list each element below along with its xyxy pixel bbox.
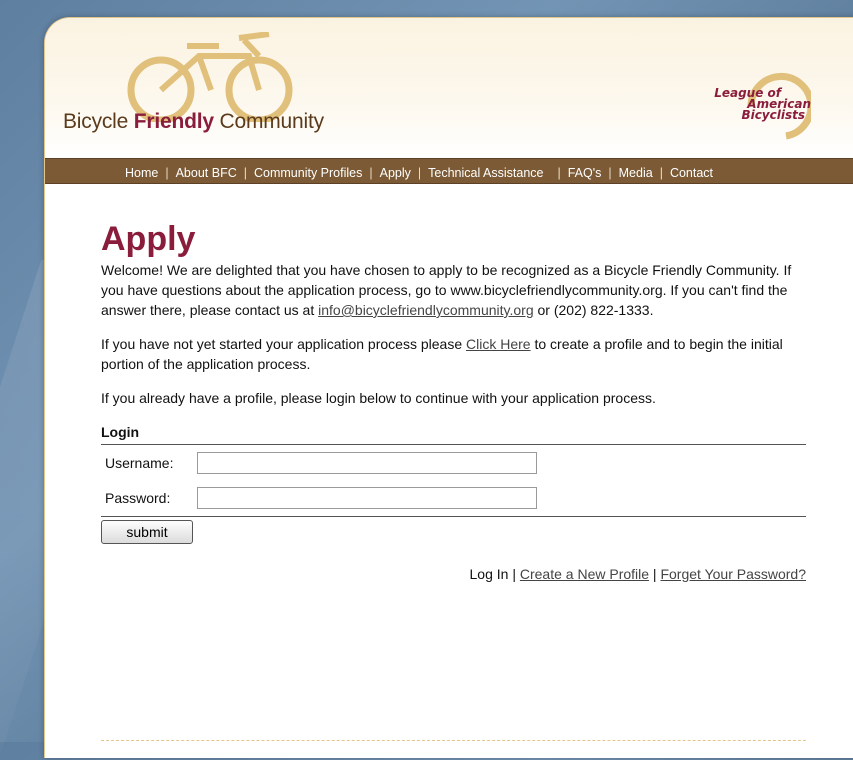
- log-in-text: Log In: [469, 566, 509, 582]
- email-link[interactable]: info@bicyclefriendlycommunity.org: [318, 302, 533, 318]
- nav-home[interactable]: Home: [125, 166, 158, 180]
- forgot-password-link[interactable]: Forget Your Password?: [660, 566, 806, 582]
- link-separator: |: [508, 566, 520, 582]
- nav-about[interactable]: About BFC: [176, 166, 237, 180]
- nav-contact[interactable]: Contact: [670, 166, 713, 180]
- create-profile-link[interactable]: Create a New Profile: [520, 566, 649, 582]
- nav-home-link[interactable]: Home: [125, 166, 158, 180]
- nav-separator: |: [243, 166, 247, 180]
- nav-contact-link[interactable]: Contact: [670, 166, 713, 180]
- nav-separator: |: [608, 166, 612, 180]
- phone-text: or (202) 822-1333.: [533, 302, 654, 318]
- bfc-logo[interactable]: Bicycle Friendly Community: [59, 32, 379, 147]
- nav-community-profiles[interactable]: Community Profiles: [254, 166, 362, 180]
- nav-separator: |: [557, 166, 561, 180]
- main-nav: Home | About BFC | Community Profiles | Apply |…: [45, 158, 853, 184]
- nav-separator: |: [165, 166, 169, 180]
- nav-technical-assistance-link[interactable]: Technical Assistance: [428, 166, 543, 180]
- username-input[interactable]: [197, 451, 537, 474]
- account-links: Log In | Create a New Profile | Forget Y…: [101, 564, 806, 584]
- password-row: Password:: [105, 480, 806, 515]
- start-paragraph: If you have not yet started your applica…: [101, 334, 806, 374]
- nav-apply[interactable]: Apply: [380, 166, 411, 180]
- login-heading: Login: [101, 422, 806, 445]
- league-logo-text: League of American Bicyclists: [714, 87, 811, 122]
- username-row: Username:: [105, 445, 806, 480]
- click-here-link[interactable]: Click Here: [466, 336, 531, 352]
- nav-faq[interactable]: FAQ's: [568, 166, 602, 180]
- page-title: Apply: [101, 220, 196, 258]
- nav-technical-assistance[interactable]: Technical Assistance: [428, 166, 543, 180]
- submit-button[interactable]: submit: [101, 520, 193, 544]
- logo-word-friendly: Friendly: [133, 110, 214, 133]
- link-separator: |: [649, 566, 661, 582]
- password-label: Password:: [105, 489, 171, 506]
- nav-about-link[interactable]: About BFC: [176, 166, 237, 180]
- nav-apply-link[interactable]: Apply: [380, 166, 411, 180]
- nav-separator: |: [659, 166, 663, 180]
- bicycle-logo-icon: [127, 32, 293, 122]
- nav-media[interactable]: Media: [619, 166, 653, 180]
- main-content: Apply Welcome! We are delighted that you…: [101, 218, 806, 584]
- site-header: Bicycle Friendly Community League of Ame…: [45, 18, 853, 158]
- username-label: Username:: [105, 454, 174, 471]
- intro-paragraph: Welcome! We are delighted that you have …: [101, 260, 806, 320]
- profile-paragraph: If you already have a profile, please lo…: [101, 390, 656, 406]
- nav-faq-link[interactable]: FAQ's: [568, 166, 602, 180]
- nav-separator: |: [417, 166, 422, 180]
- logo-word-bicycle: Bicycle: [63, 110, 134, 133]
- logo-wordmark: Bicycle Friendly Community: [63, 110, 324, 134]
- password-input[interactable]: [197, 486, 537, 509]
- logo-word-community: Community: [213, 110, 324, 133]
- nav-separator: |: [369, 166, 373, 180]
- nav-community-profiles-link[interactable]: Community Profiles: [254, 166, 362, 180]
- nav-media-link[interactable]: Media: [619, 166, 653, 180]
- start-text: If you have not yet started your applica…: [101, 336, 466, 352]
- login-divider: [101, 516, 806, 517]
- page-container: Bicycle Friendly Community League of Ame…: [44, 17, 853, 758]
- footer-divider: [101, 740, 806, 741]
- league-logo[interactable]: League of American Bicyclists: [701, 66, 811, 146]
- league-line-3: Bicyclists: [741, 108, 805, 122]
